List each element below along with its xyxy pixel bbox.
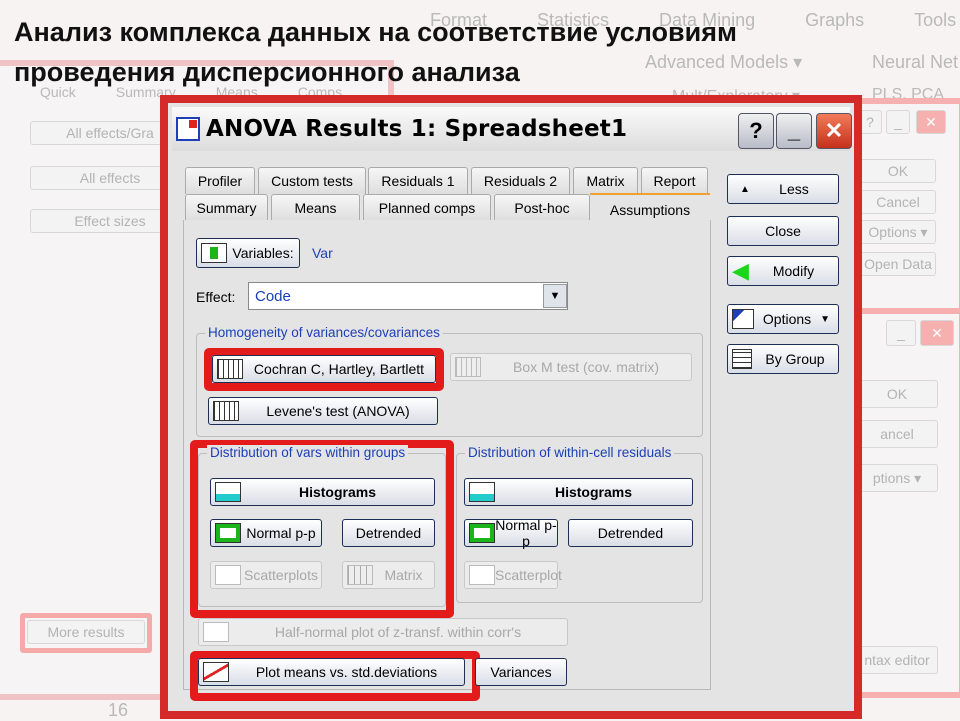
row-number: 16: [108, 700, 129, 720]
histogram-icon: [215, 482, 241, 502]
options-icon: [732, 309, 754, 329]
syntax-editor-button[interactable]: ntax editor: [856, 646, 938, 674]
options-button-bg1[interactable]: Options ▾: [860, 220, 936, 244]
bg-right-window-2: _ ✕ OK ancel ptions ▾ ntax editor: [850, 308, 960, 698]
tab-summary[interactable]: Summary: [185, 194, 268, 221]
chevron-down-icon: ▼: [820, 313, 830, 325]
cancel-button-bg2[interactable]: ancel: [856, 420, 938, 448]
matrix-button[interactable]: Matrix: [342, 561, 435, 589]
tab-means[interactable]: Means: [271, 194, 360, 221]
arrow-left-icon: ◀: [732, 258, 749, 283]
scatterplot-icon: [215, 565, 241, 585]
tab-post-hoc[interactable]: Post-hoc: [494, 194, 590, 221]
title-bar[interactable]: ANOVA Results 1: Spreadsheet1 ? _ ✕: [172, 107, 852, 151]
minimize-icon: _: [787, 118, 801, 143]
close-button-bg2[interactable]: ✕: [920, 320, 954, 346]
slide-title: Анализ комплекса данных на соответствие …: [14, 12, 737, 92]
half-normal-plot-button[interactable]: Half-normal plot of z-transf. within cor…: [198, 618, 568, 646]
chevron-down-icon[interactable]: ▼: [543, 284, 567, 308]
by-group-icon: [732, 349, 752, 369]
histograms-button-vars[interactable]: Histograms: [210, 478, 435, 506]
matrix-icon: [347, 565, 373, 585]
tab-hot-underline: [590, 193, 710, 195]
tab-planned-comps[interactable]: Planned comps: [363, 194, 491, 221]
more-results-button[interactable]: More results: [27, 620, 145, 644]
variables-value: Var: [312, 245, 333, 261]
table-icon: [217, 359, 243, 379]
ok-button-bg2[interactable]: OK: [856, 380, 938, 408]
normal-plot-icon: [469, 523, 495, 543]
normal-plot-icon: [215, 523, 241, 543]
histogram-icon: [469, 482, 495, 502]
modify-button[interactable]: ◀ Modify: [727, 256, 839, 286]
anova-results-dialog: ANOVA Results 1: Spreadsheet1 ? _ ✕ Prof…: [160, 95, 862, 719]
tab-residuals-2[interactable]: Residuals 2: [471, 167, 570, 194]
options-button-bg2[interactable]: ptions ▾: [856, 464, 938, 492]
app-icon: [176, 117, 200, 141]
tab-profiler[interactable]: Profiler: [185, 167, 255, 194]
minimize-button-bg2[interactable]: _: [886, 320, 916, 346]
line-plot-icon: [203, 662, 229, 682]
detrended-button-resid[interactable]: Detrended: [568, 519, 693, 547]
tab-report[interactable]: Report: [641, 167, 708, 194]
menu-tools[interactable]: Tools: [914, 10, 956, 31]
tab-residuals-1[interactable]: Residuals 1: [368, 167, 468, 194]
normal-pp-button-resid[interactable]: Normal p-p: [464, 517, 558, 549]
minimize-button-bg1[interactable]: _: [886, 110, 910, 134]
variances-button[interactable]: Variances: [475, 658, 567, 686]
tab-matrix[interactable]: Matrix: [573, 167, 638, 194]
plot-icon: [203, 622, 229, 642]
menu-graphs[interactable]: Graphs: [805, 10, 864, 31]
table-icon: [213, 401, 239, 421]
effect-label: Effect:: [196, 289, 236, 305]
slide-title-line2: проведения дисперсионного анализа: [14, 57, 520, 87]
dialog-title: ANOVA Results 1: Spreadsheet1: [206, 116, 628, 142]
detrended-button-vars[interactable]: Detrended: [342, 519, 435, 547]
tab-custom-tests[interactable]: Custom tests: [258, 167, 366, 194]
normal-pp-button-vars[interactable]: Normal p-p: [210, 519, 322, 547]
variables-icon: [201, 243, 227, 263]
ribbon-neural-net[interactable]: Neural Net: [872, 52, 958, 73]
help-button[interactable]: ?: [738, 113, 774, 149]
variables-button[interactable]: Variables:: [196, 238, 300, 268]
collapse-icon: ▲: [740, 183, 750, 195]
close-button-bg1[interactable]: ✕: [916, 110, 946, 134]
effect-combobox[interactable]: Code ▼: [248, 282, 568, 310]
close-button[interactable]: ✕: [816, 113, 852, 149]
close-dialog-button[interactable]: Close: [727, 216, 839, 246]
options-button[interactable]: Options ▼: [727, 304, 839, 334]
slide-title-line1: Анализ комплекса данных на соответствие …: [14, 17, 737, 47]
cancel-button-bg1[interactable]: Cancel: [860, 190, 936, 214]
box-m-test-button[interactable]: Box M test (cov. matrix): [450, 353, 692, 381]
plot-means-vs-std-button[interactable]: Plot means vs. std.deviations: [198, 658, 465, 686]
ok-button-bg1[interactable]: OK: [860, 159, 936, 183]
less-button[interactable]: ▲ Less: [727, 174, 839, 204]
tab-assumptions[interactable]: Assumptions: [590, 196, 710, 223]
close-icon: ✕: [824, 118, 844, 143]
scatterplot-icon: [469, 565, 495, 585]
scatterplots-button[interactable]: Scatterplots: [210, 561, 322, 589]
minimize-button[interactable]: _: [776, 113, 812, 149]
by-group-button[interactable]: By Group: [727, 344, 839, 374]
histograms-button-resid[interactable]: Histograms: [464, 478, 693, 506]
levene-test-button[interactable]: Levene's test (ANOVA): [208, 397, 438, 425]
table-icon: [455, 357, 481, 377]
scatterplot-button-resid[interactable]: Scatterplot: [464, 561, 562, 589]
cochran-hartley-bartlett-button[interactable]: Cochran C, Hartley, Bartlett: [212, 355, 436, 383]
bg-right-window-1: ? _ ✕ OK Cancel Options ▾ Open Data: [850, 98, 960, 318]
open-data-button[interactable]: Open Data: [860, 252, 936, 276]
